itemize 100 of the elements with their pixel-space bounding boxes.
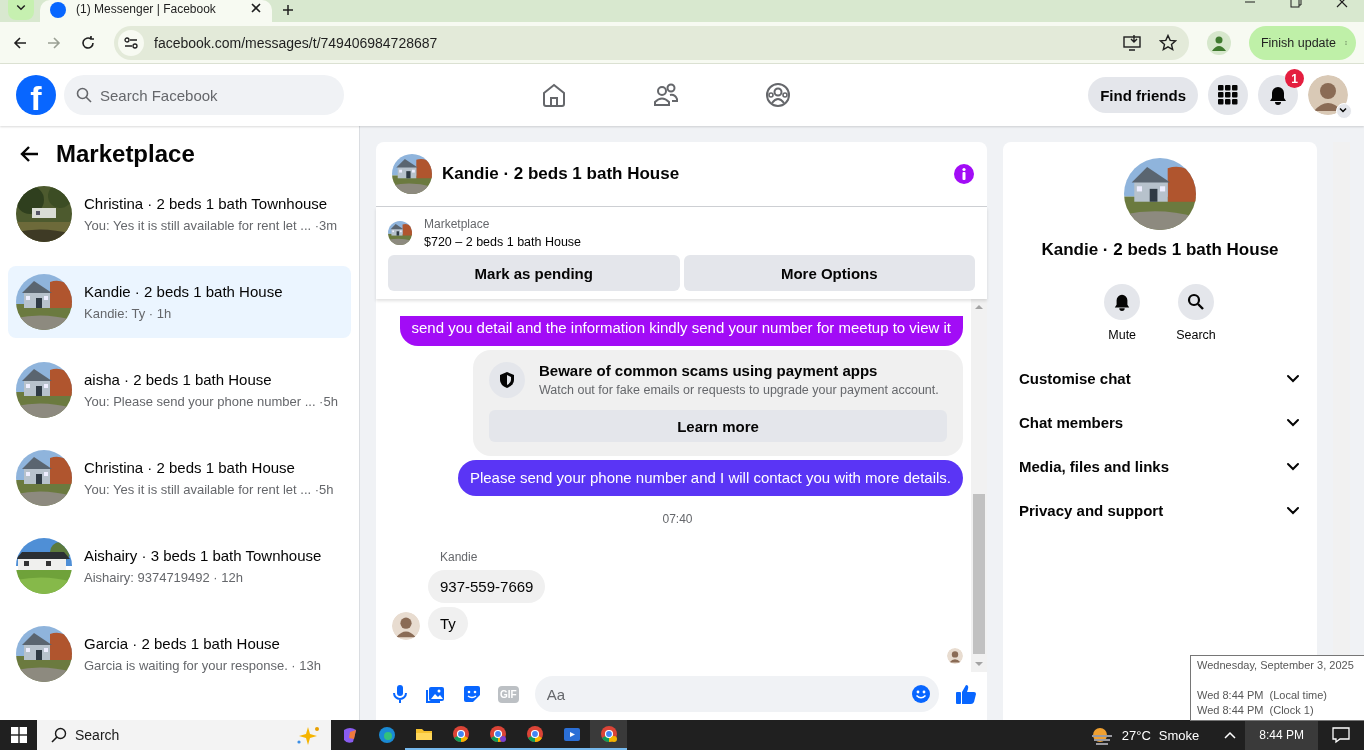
listing-title: $720 – 2 beds 1 bath House [424, 235, 582, 249]
tab-list-button[interactable] [8, 0, 34, 20]
search-icon [1187, 293, 1205, 311]
conversation-title: Christina · 2 beds 1 bath House [84, 459, 296, 476]
conversation-item[interactable]: Aishairy · 3 beds 1 bath Townhouse Aishairy: 9374719492 · 12h [8, 530, 351, 602]
address-bar[interactable]: facebook.com/messages/t/749406984728687 [114, 25, 1189, 60]
taskbar-app[interactable] [590, 720, 627, 750]
message-bubble: Ty [428, 607, 468, 640]
warning-text: Watch out for fake emails or requests to upgrade your payment account. [539, 383, 939, 397]
temperature: 27°C [1121, 727, 1151, 743]
warning-title: Beware of common scams using payment apps [539, 362, 879, 379]
browser-icon [451, 725, 470, 743]
facebook-logo[interactable]: f [16, 75, 56, 115]
person-icon [1210, 34, 1227, 51]
tooltip-line: Wed 8:44 PM (Clock 1) [1197, 703, 1315, 718]
taskbar-search-field[interactable]: Search [37, 720, 331, 750]
weather-text: Smoke [1158, 727, 1200, 743]
chat-title: Kandie · 2 beds 1 bath House [442, 164, 681, 184]
back-icon[interactable] [12, 34, 28, 51]
tooltip-line: Wed 8:44 PM (Local time) [1197, 688, 1328, 703]
search-icon [76, 87, 92, 103]
browser-icon [599, 725, 618, 743]
message-bubble: Please send your phone number and I will contact you with more details. [457, 460, 963, 496]
tooltip-date: Wednesday, September 3, 2025 [1197, 658, 1355, 673]
sticker-icon[interactable] [462, 684, 482, 704]
conversation-title: Christina · 2 beds 1 bath Townhouse [84, 195, 329, 212]
message-preview: You: Yes it is still available for rent let ... ·3m [84, 218, 338, 233]
read-receipt-icon [947, 648, 963, 664]
shield-icon [498, 371, 516, 389]
section-header[interactable]: Media, files and links [1019, 444, 1301, 488]
notification-icon[interactable] [1332, 726, 1350, 744]
account-menu-button[interactable] [1336, 103, 1352, 119]
message-preview: You: Yes it is still available for rent let ... ·5h [84, 482, 334, 497]
message-bubble: 937-559-7669 [428, 570, 546, 603]
avatar-icon [1308, 75, 1348, 115]
message-preview: Garcia is waiting for your response. · 13h [84, 658, 321, 673]
star-icon[interactable] [1158, 33, 1177, 52]
finish-update-button[interactable]: Finish update [1248, 25, 1356, 60]
message-field[interactable]: Aa [534, 676, 939, 712]
notifications-button[interactable] [1258, 75, 1298, 115]
install-icon[interactable] [1122, 33, 1141, 52]
listing-action-button[interactable]: Mark as pending [388, 255, 680, 291]
message-preview: Kandie: Ty · 1h [84, 306, 173, 321]
sender-name: Kandie [440, 550, 479, 564]
taskbar-clock[interactable]: 8:44 PM [1245, 720, 1318, 750]
avatar-icon [392, 612, 420, 640]
conversation-title: Garcia · 2 beds 1 bath House [84, 635, 281, 652]
section-header[interactable]: Customise chat [1019, 356, 1301, 400]
url-text: facebook.com/messages/t/749406984728687 [154, 34, 439, 51]
search-icon [51, 727, 67, 743]
search-field[interactable]: Search Facebook [64, 75, 344, 115]
notification-badge: 1 [1285, 69, 1304, 88]
windows-icon[interactable] [10, 727, 27, 743]
thumbs-up-icon[interactable] [955, 683, 977, 705]
site-settings-icon[interactable] [124, 35, 138, 50]
video-editor-icon [562, 725, 581, 743]
section-header[interactable]: Privacy and support [1019, 488, 1301, 532]
message-preview: Aishairy: 9374719492 · 12h [84, 570, 244, 585]
friends-button[interactable] [653, 82, 680, 108]
microphone-icon[interactable] [390, 684, 410, 704]
learn-more-button[interactable]: Learn more [489, 410, 947, 442]
message-timestamp: 07:40 [662, 512, 693, 526]
profile-button[interactable] [1206, 30, 1231, 55]
conversation-item[interactable]: Christina · 2 beds 1 bath House You: Yes it is still available for rent let ... ·5h [8, 442, 351, 514]
sidebar-title: Marketplace [56, 140, 195, 168]
home-button[interactable] [541, 82, 568, 108]
conversation-item[interactable]: aisha · 2 beds 1 bath House You: Please send your phone number ... ·5h [8, 354, 351, 426]
home-icon [541, 82, 568, 108]
close-icon[interactable] [250, 2, 262, 14]
grid-icon [1218, 85, 1238, 105]
browser-icon [488, 725, 507, 743]
conversation-title: Aishairy · 3 beds 1 bath Townhouse [84, 547, 322, 564]
forward-icon[interactable] [46, 34, 62, 51]
image-icon[interactable] [426, 684, 446, 704]
plus-icon[interactable] [282, 4, 294, 16]
conversation-item[interactable]: Kandie · 2 beds 1 bath House Kandie: Ty · 1h [8, 266, 351, 338]
conversation-title: Kandie · 2 beds 1 bath House [84, 283, 283, 300]
bell-icon [1268, 85, 1288, 105]
tab-title: (1) Messenger | Facebook [76, 2, 217, 16]
message-preview: You: Please send your phone number ... ·5h [84, 394, 338, 409]
back-arrow-icon[interactable] [20, 144, 40, 164]
browser-icon [525, 725, 544, 743]
emoji-icon[interactable] [911, 684, 931, 704]
listing-action-button[interactable]: More Options [683, 255, 975, 291]
reload-icon[interactable] [80, 34, 96, 51]
groups-button[interactable] [765, 82, 792, 108]
section-header[interactable]: Chat members [1019, 400, 1301, 444]
conversation-item[interactable]: Christina · 2 beds 1 bath Townhouse You: Yes it is still available for rent let ... ·3m [8, 178, 351, 250]
find-friends-button[interactable]: Find friends [1088, 77, 1198, 113]
browser-tab[interactable]: (1) Messenger | Facebook [40, 0, 272, 22]
conversation-item[interactable]: Garcia · 2 beds 1 bath House Garcia is waiting for your response. · 13h [8, 618, 351, 690]
people-icon [653, 82, 680, 108]
info-icon[interactable] [953, 163, 975, 185]
menu-button[interactable] [1208, 75, 1248, 115]
listing-label: Marketplace [424, 217, 491, 231]
bell-icon [1113, 293, 1132, 311]
conversation-title: aisha · 2 beds 1 bath House [84, 371, 273, 388]
message-bubble: send you detail and the information kindly send your number for meetup to view it [399, 316, 963, 346]
chat-title: Kandie · 2 beds 1 bath House [1041, 240, 1279, 260]
group-icon [765, 82, 792, 108]
